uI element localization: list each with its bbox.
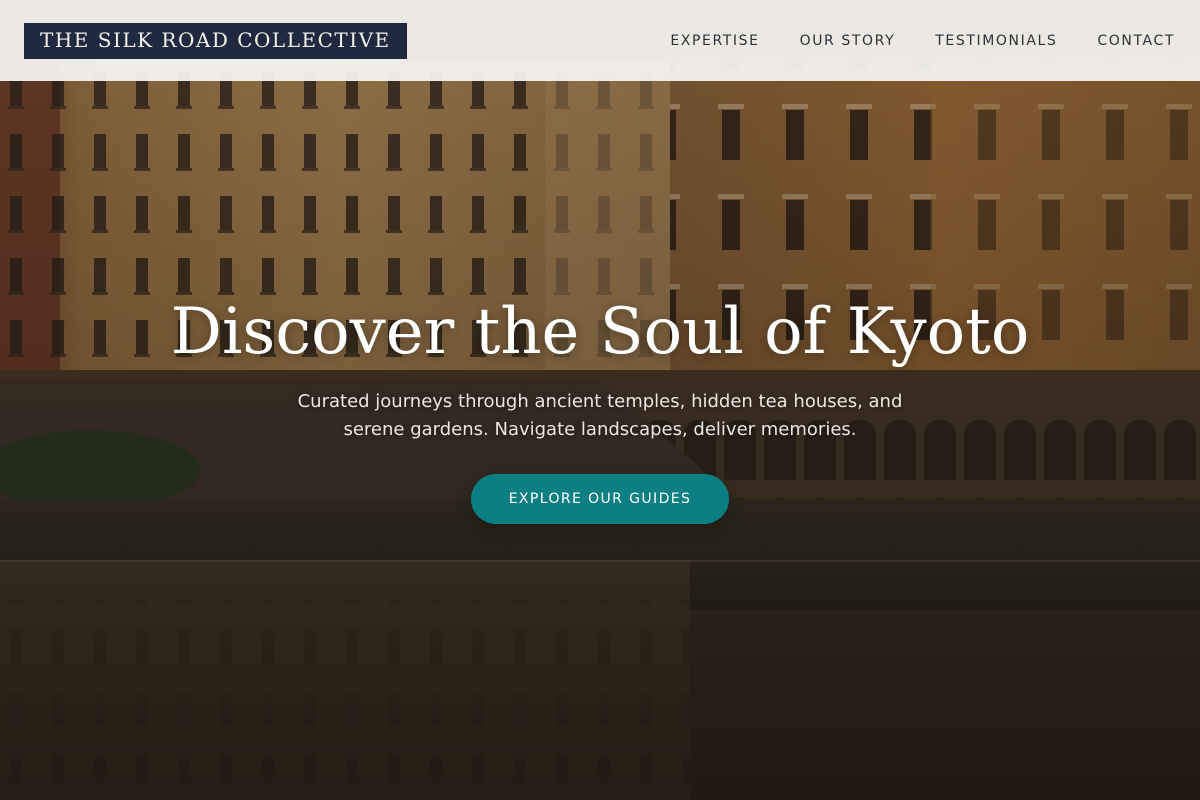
landing-page: THE SILK ROAD COLLECTIVE EXPERTISE OUR S… [0, 0, 1200, 800]
nav-link-testimonials[interactable]: TESTIMONIALS [935, 33, 1057, 49]
hero-section: Discover the Soul of Kyoto Curated journ… [0, 290, 1200, 524]
explore-guides-button[interactable]: EXPLORE OUR GUIDES [471, 474, 729, 524]
nav-link-contact[interactable]: CONTACT [1097, 33, 1175, 49]
nav-link-our-story[interactable]: OUR STORY [800, 33, 896, 49]
site-header: THE SILK ROAD COLLECTIVE EXPERTISE OUR S… [0, 0, 1200, 81]
brand-logo[interactable]: THE SILK ROAD COLLECTIVE [24, 22, 407, 59]
hero-title: Discover the Soul of Kyoto [170, 295, 1030, 369]
nav-link-expertise[interactable]: EXPERTISE [670, 33, 759, 49]
main-nav: EXPERTISE OUR STORY TESTIMONIALS CONTACT [670, 33, 1175, 49]
hero-subtitle: Curated journeys through ancient temples… [297, 391, 903, 440]
